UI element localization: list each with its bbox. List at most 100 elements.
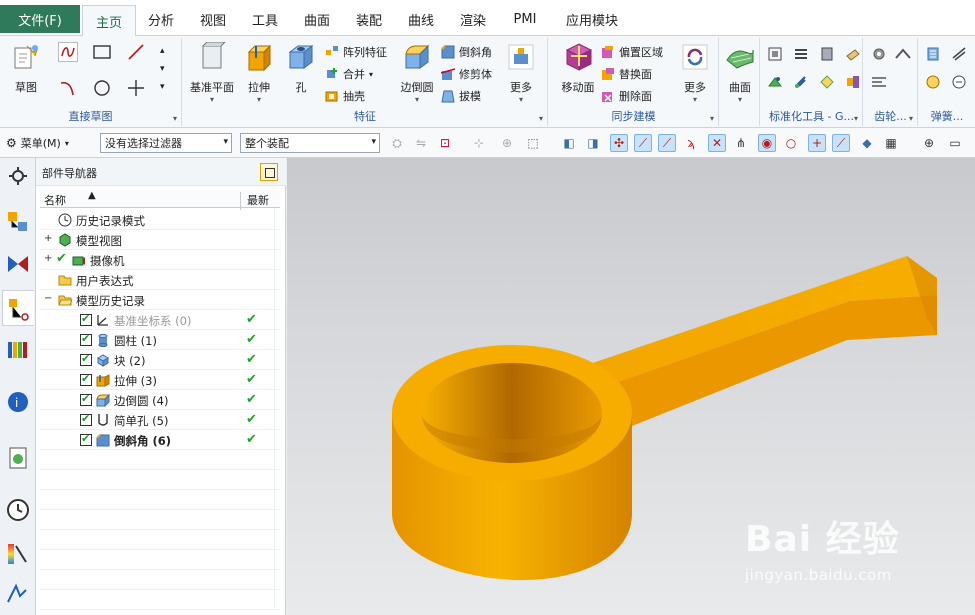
file-menu-button[interactable]: 文件(F) bbox=[0, 5, 80, 33]
tree-row-model-views[interactable]: + 模型视图 bbox=[40, 230, 280, 250]
spring-wire-icon[interactable] bbox=[925, 74, 941, 90]
tab-tools[interactable]: 工具 bbox=[244, 5, 286, 33]
tree-row-user-expressions[interactable]: 用户表达式 bbox=[40, 270, 280, 290]
assembly-filter-icon[interactable]: ⛭ bbox=[388, 134, 406, 152]
sort-ascending-icon[interactable]: ▲ bbox=[88, 190, 96, 201]
checkbox[interactable] bbox=[80, 332, 92, 346]
gear-rack-icon[interactable] bbox=[870, 74, 888, 90]
web-browser-icon[interactable]: i bbox=[6, 390, 30, 414]
menu-button[interactable]: ⚙ 菜单(M) ▾ bbox=[6, 134, 69, 152]
type-filter-select[interactable]: 没有选择过滤器 ▾ bbox=[100, 133, 232, 153]
snap-icon[interactable]: ⇋ bbox=[412, 134, 430, 152]
datum-plane-button[interactable]: 基准平面 ▾ bbox=[189, 41, 235, 104]
std-part-icon-8[interactable] bbox=[845, 74, 861, 90]
tree-row-feature-cylinder[interactable]: 圆柱 (1) ✔ bbox=[40, 330, 280, 350]
tab-surface[interactable]: 曲面 bbox=[296, 5, 338, 33]
chevron-down-icon[interactable]: ▾ bbox=[854, 114, 858, 123]
std-part-icon-5[interactable] bbox=[767, 74, 783, 90]
tree-row-feature-simple-hole[interactable]: 简单孔 (5) ✔ bbox=[40, 410, 280, 430]
checkbox[interactable] bbox=[80, 352, 92, 366]
tab-analysis[interactable]: 分析 bbox=[140, 5, 182, 33]
unite-button[interactable]: 合并 ▾ bbox=[325, 64, 373, 84]
intersection-icon[interactable]: ✕ bbox=[708, 134, 726, 152]
control-point-icon[interactable]: ϡ bbox=[682, 134, 700, 152]
tab-view[interactable]: 视图 bbox=[192, 5, 234, 33]
tree-row-feature-datum-csys[interactable]: 基准坐标系 (0) ✔ bbox=[40, 310, 280, 330]
rectangle-select-icon[interactable]: ⬚ bbox=[524, 134, 542, 152]
tree-row-model-history[interactable]: − 模型历史记录 bbox=[40, 290, 280, 310]
point-tool[interactable] bbox=[126, 78, 146, 98]
std-part-icon-3[interactable] bbox=[819, 46, 835, 62]
midpoint-icon[interactable]: ⟋ bbox=[658, 134, 676, 152]
line-tool[interactable] bbox=[126, 42, 146, 62]
pick-icon[interactable]: ⊕ bbox=[498, 134, 516, 152]
shell-button[interactable]: 抽壳 bbox=[325, 86, 365, 106]
std-part-icon-2[interactable] bbox=[793, 46, 809, 62]
tab-render[interactable]: 渲染 bbox=[452, 5, 494, 33]
std-part-icon-4[interactable] bbox=[845, 46, 861, 62]
arc-center-icon[interactable]: ⋔ bbox=[732, 134, 750, 152]
expand-icon[interactable]: + bbox=[44, 253, 52, 264]
endpoint-icon[interactable]: ⟋ bbox=[634, 134, 652, 152]
sync-more-button[interactable]: 更多 ▾ bbox=[675, 42, 715, 104]
roles-icon[interactable] bbox=[6, 582, 30, 606]
spring-icon[interactable] bbox=[925, 46, 941, 62]
tangent-icon[interactable]: ○ bbox=[782, 134, 800, 152]
sheet-body-icon[interactable]: ◨ bbox=[584, 134, 602, 152]
hole-button[interactable]: 孔 bbox=[281, 42, 321, 104]
selection-box-icon[interactable]: ⊡ bbox=[436, 134, 454, 152]
face-icon[interactable]: ◆ bbox=[858, 134, 876, 152]
spring-tool-icon[interactable] bbox=[951, 74, 967, 90]
checkbox[interactable] bbox=[80, 412, 92, 426]
tree-row-cameras[interactable]: + ✔ 摄像机 bbox=[40, 250, 280, 270]
rectangle-tool[interactable] bbox=[92, 42, 112, 62]
tree-row-history-mode[interactable]: 历史记录模式 bbox=[40, 210, 280, 230]
snap-point-icon[interactable]: ✣ bbox=[610, 134, 628, 152]
tree-row-feature-edge-blend[interactable]: 边倒圆 (4) ✔ bbox=[40, 390, 280, 410]
checkbox[interactable] bbox=[80, 372, 92, 386]
reuse-library-icon[interactable] bbox=[6, 338, 30, 362]
zoom-icon[interactable]: ⊕ bbox=[920, 134, 938, 152]
delete-face-button[interactable]: 删除面 bbox=[601, 86, 652, 106]
offset-region-button[interactable]: 偏置区域 bbox=[601, 42, 663, 62]
tab-assembly[interactable]: 装配 bbox=[348, 5, 390, 33]
constraint-navigator-icon[interactable] bbox=[6, 252, 30, 276]
chamfer-button[interactable]: 倒斜角 bbox=[441, 42, 492, 62]
collapse-icon[interactable]: − bbox=[44, 293, 52, 304]
draft-button[interactable]: 拔模 bbox=[441, 86, 481, 106]
assembly-navigator-icon[interactable] bbox=[6, 210, 30, 234]
trim-body-button[interactable]: 修剪体 bbox=[441, 64, 492, 84]
solid-body-icon[interactable]: ◧ bbox=[560, 134, 578, 152]
arc-tool[interactable] bbox=[58, 78, 78, 98]
fit-icon[interactable]: ▭ bbox=[946, 134, 964, 152]
existing-point-icon[interactable]: + bbox=[808, 134, 826, 152]
chevron-down-icon[interactable]: ▾ bbox=[173, 114, 177, 123]
edge-blend-button[interactable]: 边倒圆 ▾ bbox=[395, 42, 439, 104]
system-materials-icon[interactable] bbox=[6, 542, 30, 566]
settings-gear-icon[interactable] bbox=[6, 164, 30, 188]
surface-button[interactable]: 曲面 ▾ bbox=[720, 42, 760, 104]
quadrant-icon[interactable]: ◉ bbox=[758, 134, 776, 152]
checkbox[interactable] bbox=[80, 312, 92, 326]
selection-scope-select[interactable]: 整个装配 ▾ bbox=[240, 133, 380, 153]
extrude-button[interactable]: 拉伸 ▾ bbox=[239, 42, 279, 104]
chevron-down-icon[interactable]: ▾ bbox=[909, 114, 913, 123]
gear-mesh-icon[interactable] bbox=[894, 46, 912, 62]
maximize-icon[interactable] bbox=[260, 163, 278, 181]
tab-pmi[interactable]: PMI bbox=[504, 5, 546, 33]
profile-tool[interactable] bbox=[58, 42, 78, 62]
history-clock-icon[interactable] bbox=[6, 498, 30, 522]
std-part-icon-6[interactable] bbox=[793, 74, 809, 90]
tree-row-feature-chamfer[interactable]: 倒斜角 (6) ✔ bbox=[40, 430, 280, 450]
move-face-button[interactable]: 移动面 bbox=[555, 42, 601, 104]
pattern-feature-button[interactable]: 阵列特征 bbox=[325, 42, 387, 62]
chevron-down-icon[interactable]: ▾ bbox=[710, 114, 714, 123]
sketch-more-arrows[interactable]: ▴ ▾ ▾ bbox=[160, 42, 165, 96]
checkbox[interactable] bbox=[80, 432, 92, 446]
feature-more-button[interactable]: 更多 ▾ bbox=[501, 42, 541, 104]
std-part-icon-7[interactable] bbox=[819, 74, 835, 90]
tab-applications[interactable]: 应用模块 bbox=[556, 5, 628, 33]
expand-icon[interactable]: + bbox=[44, 233, 52, 244]
column-name[interactable]: 名称 bbox=[44, 192, 66, 208]
replace-face-button[interactable]: 替换面 bbox=[601, 64, 652, 84]
